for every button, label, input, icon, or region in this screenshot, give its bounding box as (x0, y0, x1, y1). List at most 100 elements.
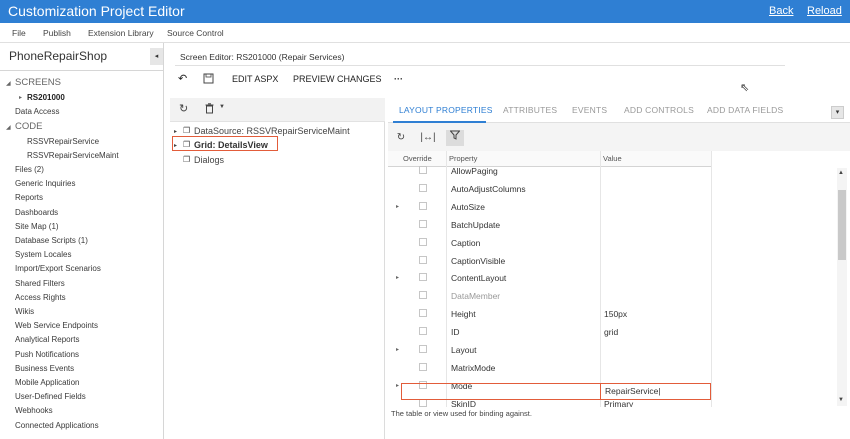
tree-node-dialogs[interactable]: Dialogs (194, 155, 224, 165)
table-row[interactable]: ID grid (388, 323, 711, 341)
override-checkbox[interactable] (419, 327, 427, 336)
scroll-thumb[interactable] (838, 190, 846, 260)
toggle-panel-icon[interactable]: ▾ (831, 106, 844, 119)
table-row[interactable]: CaptionVisible (388, 252, 711, 270)
sidebar-item-data-access[interactable]: Data Access (15, 107, 59, 116)
expand-row-icon[interactable]: ▸ (396, 346, 399, 353)
sidebar-item[interactable]: Web Service Endpoints (15, 321, 98, 330)
property-name: ID (451, 327, 460, 338)
property-value[interactable]: 150px (604, 309, 627, 319)
scrollbar[interactable]: ▲ ▼ (837, 168, 847, 406)
control-tree-panel: ↻ ▼ ▸ ❐ DataSource: RSSVRepairServiceMai… (170, 98, 385, 439)
sidebar-item[interactable]: Mobile Application (15, 378, 79, 387)
node-icon: ❐ (183, 155, 191, 164)
sidebar-item[interactable]: Connected Applications (15, 421, 99, 430)
sidebar-item[interactable]: Dashboards (15, 208, 58, 217)
expand-datasource-icon[interactable]: ▸ (174, 128, 177, 135)
table-row[interactable]: MatrixMode (388, 359, 711, 377)
refresh-icon[interactable]: ↻ (392, 130, 410, 146)
preview-changes-button[interactable]: PREVIEW CHANGES (293, 74, 382, 84)
override-checkbox[interactable] (419, 183, 427, 192)
table-row[interactable]: Caption (388, 234, 711, 252)
expand-row-icon[interactable]: ▸ (396, 203, 399, 210)
expand-row-icon[interactable]: ▸ (396, 382, 399, 389)
expand-screen-icon[interactable]: ▸ (19, 94, 22, 101)
datamember-value-input[interactable]: RepairService| (600, 383, 711, 400)
menu-extension-library[interactable]: Extension Library (88, 28, 154, 38)
sidebar-item[interactable]: Shared Filters (15, 279, 65, 288)
expand-screens-icon[interactable]: ◢ (6, 80, 11, 87)
table-row[interactable]: ▸ ContentLayout (388, 269, 711, 287)
app-title: Customization Project Editor (8, 3, 185, 19)
sidebar-item-code-2[interactable]: RSSVRepairServiceMaint (27, 151, 119, 160)
filter-icon[interactable] (446, 130, 464, 146)
override-checkbox[interactable] (419, 201, 427, 210)
collapse-sidebar-button[interactable]: ◂ (150, 48, 163, 65)
menu-source-control[interactable]: Source Control (167, 28, 224, 38)
property-name: AutoAdjustColumns (451, 183, 526, 194)
tab-layout-properties[interactable]: LAYOUT PROPERTIES (399, 105, 493, 115)
override-checkbox[interactable] (419, 255, 427, 264)
table-row[interactable]: ▸ AutoSize (388, 198, 711, 216)
expand-code-icon[interactable]: ◢ (6, 124, 11, 131)
table-row[interactable]: DataMember (388, 287, 711, 305)
override-checkbox[interactable] (419, 273, 427, 282)
sidebar-item[interactable]: Business Events (15, 364, 74, 373)
table-row[interactable]: BatchUpdate (388, 216, 711, 234)
tree-node-grid[interactable]: Grid: DetailsView (194, 140, 268, 150)
tab-events[interactable]: EVENTS (572, 105, 607, 115)
property-name: AutoSize (451, 201, 486, 212)
sidebar-item[interactable]: Generic Inquiries (15, 179, 75, 188)
sidebar-item[interactable]: System Locales (15, 250, 71, 259)
override-checkbox[interactable] (419, 237, 427, 246)
override-checkbox[interactable] (419, 345, 427, 353)
sidebar-item-code-1[interactable]: RSSVRepairService (27, 137, 99, 146)
tab-add-data-fields[interactable]: ADD DATA FIELDS (707, 105, 783, 115)
sidebar-item[interactable]: User-Defined Fields (15, 392, 86, 401)
expand-row-icon[interactable]: ▸ (396, 274, 399, 281)
back-link[interactable]: Back (769, 5, 793, 17)
table-row[interactable]: AutoAdjustColumns (388, 180, 711, 198)
project-name: PhoneRepairShop (9, 49, 108, 63)
delete-icon[interactable] (205, 103, 214, 117)
sidebar-item[interactable]: Access Rights (15, 293, 66, 302)
refresh-icon[interactable]: ↻ (179, 102, 188, 115)
sidebar-item[interactable]: Files (2) (15, 165, 44, 174)
override-checkbox[interactable] (419, 219, 427, 228)
sidebar-screens[interactable]: SCREENS (15, 77, 61, 88)
tab-add-controls[interactable]: ADD CONTROLS (624, 105, 694, 115)
sidebar-item[interactable]: Import/Export Scenarios (15, 264, 101, 273)
table-row[interactable]: Height 150px (388, 305, 711, 323)
sidebar-item[interactable]: Webhooks (15, 406, 53, 415)
override-checkbox[interactable] (419, 291, 427, 300)
sidebar-code[interactable]: CODE (15, 121, 42, 132)
menu-publish[interactable]: Publish (43, 28, 71, 38)
table-row[interactable]: ▸ Layout (388, 341, 711, 359)
override-checkbox[interactable] (419, 166, 427, 174)
tab-attributes[interactable]: ATTRIBUTES (503, 105, 557, 115)
expand-grid-icon[interactable]: ▸ (174, 142, 177, 149)
more-icon[interactable]: ··· (394, 74, 403, 84)
edit-aspx-button[interactable]: EDIT ASPX (232, 74, 278, 84)
sidebar-item[interactable]: Database Scripts (1) (15, 236, 88, 245)
sidebar-item[interactable]: Site Map (1) (15, 222, 59, 231)
reload-link[interactable]: Reload (807, 5, 842, 17)
fit-columns-icon[interactable]: |↔| (419, 130, 437, 146)
override-checkbox[interactable] (419, 309, 427, 318)
sidebar-item-rs201000[interactable]: RS201000 (27, 93, 65, 102)
menu-file[interactable]: File (12, 28, 26, 38)
scroll-up-icon[interactable]: ▲ (838, 170, 844, 176)
property-name: Layout (451, 345, 477, 355)
sidebar-item[interactable]: Analytical Reports (15, 335, 79, 344)
override-checkbox[interactable] (419, 362, 427, 371)
sidebar-item[interactable]: Push Notifications (15, 350, 79, 359)
save-icon[interactable] (203, 73, 214, 86)
property-value[interactable]: grid (604, 327, 618, 337)
chevron-down-icon[interactable]: ▼ (219, 104, 225, 110)
sidebar-item[interactable]: Wikis (15, 307, 34, 316)
sidebar-item[interactable]: Reports (15, 193, 43, 202)
tree-node-datasource[interactable]: DataSource: RSSVRepairServiceMaint (194, 126, 350, 136)
scroll-down-icon[interactable]: ▼ (838, 397, 844, 403)
table-row[interactable]: AllowPaging (388, 162, 711, 180)
undo-icon[interactable]: ↶ (178, 72, 187, 85)
